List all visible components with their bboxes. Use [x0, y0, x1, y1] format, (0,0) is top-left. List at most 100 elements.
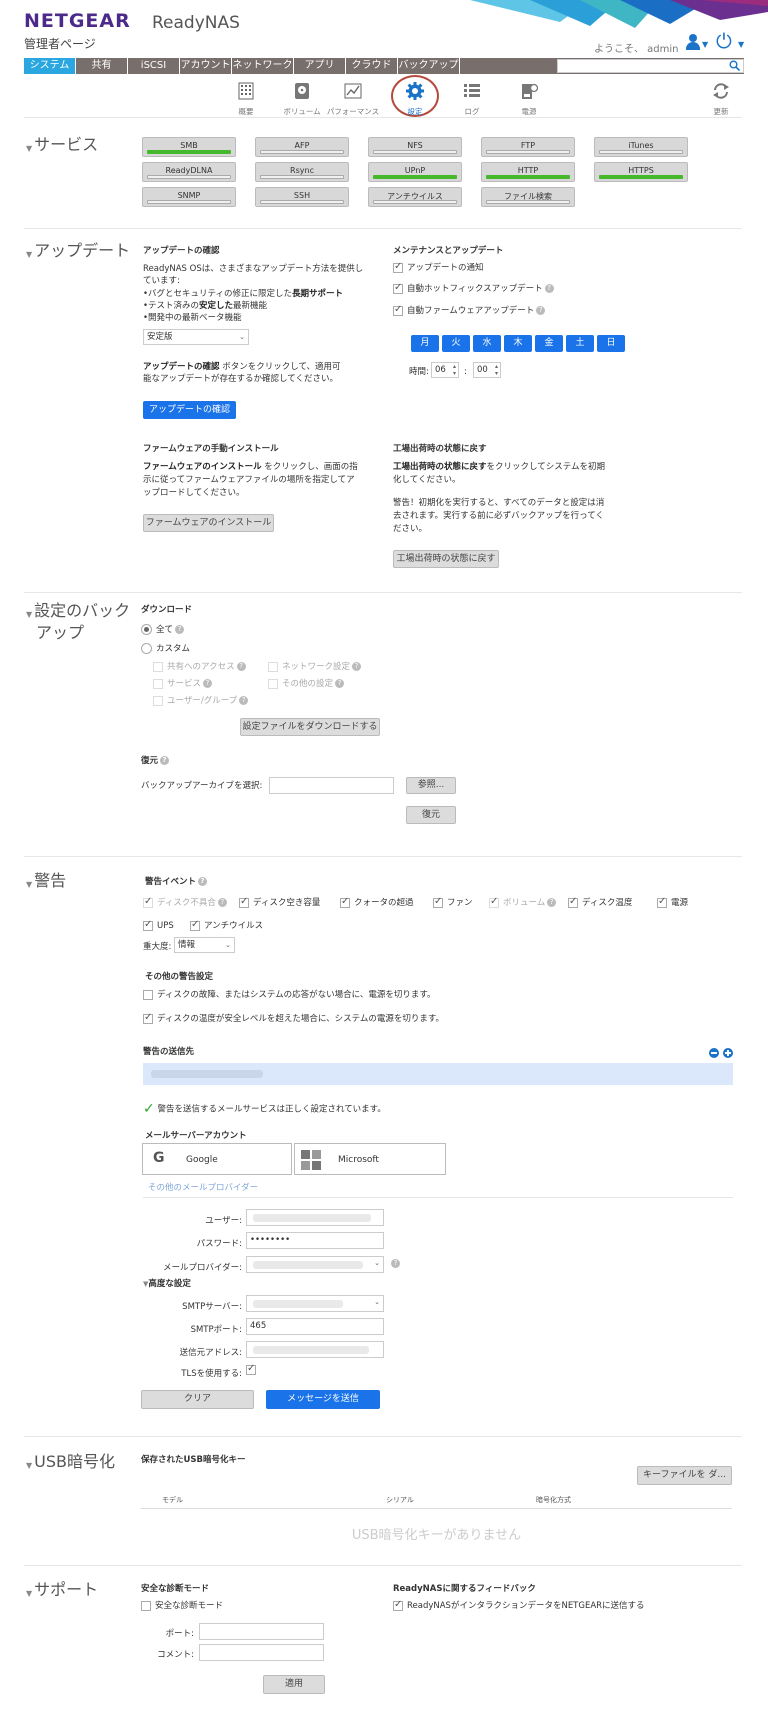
section-title-usb[interactable]: ▼ USB暗号化 [26, 1451, 115, 1473]
power-icon[interactable]: ⏻ [716, 31, 732, 51]
user-input[interactable] [246, 1209, 384, 1226]
opt-auto-hotfix[interactable]: 自動ホットフィックスアップデート? [393, 282, 554, 295]
section-title-alerts[interactable]: ▼ 警告 [26, 870, 66, 892]
opt-safe-mode[interactable]: 安全な診断モード [141, 1600, 223, 1612]
service-upnp[interactable]: UPnP [368, 162, 462, 182]
service-itunes[interactable]: iTunes [594, 137, 688, 157]
toolbar-refresh[interactable]: 更新 [697, 82, 745, 117]
service-snmp[interactable]: SNMP [142, 187, 236, 207]
section-title-services[interactable]: ▼ サービス [26, 134, 98, 156]
toolbar-logs[interactable]: ログ [442, 82, 502, 117]
alert-event-checkbox[interactable]: ディスク温度 [568, 896, 632, 909]
day-thu[interactable]: 木 [504, 335, 532, 352]
clear-button[interactable]: クリア [141, 1390, 254, 1409]
toolbar-performance[interactable]: パフォーマンス [323, 82, 383, 117]
radio-custom[interactable]: カスタム [141, 643, 190, 655]
toolbar-overview[interactable]: 概要 [216, 82, 276, 117]
alert-event-checkbox[interactable]: ボリューム? [489, 896, 557, 909]
service-[interactable]: アンチウイルス [368, 187, 462, 207]
day-sat[interactable]: 土 [566, 335, 594, 352]
alert-event-checkbox[interactable]: クォータの超過 [340, 896, 414, 909]
key-file-button[interactable]: キーファイルを ダ... [637, 1466, 732, 1485]
google-provider-button[interactable]: G Google [142, 1143, 292, 1175]
day-wed[interactable]: 水 [473, 335, 501, 352]
service-nfs[interactable]: NFS [368, 137, 462, 157]
search-input[interactable] [557, 59, 744, 73]
section-title-update[interactable]: ▼ アップデート [26, 240, 130, 262]
toolbar-settings[interactable]: 設定 [385, 82, 445, 117]
microsoft-provider-button[interactable]: Microsoft [294, 1143, 446, 1175]
tab-cloud[interactable]: クラウド [346, 58, 398, 74]
alert-event-checkbox[interactable]: ディスク不具合? [143, 896, 227, 909]
factory-reset-button[interactable]: 工場出荷時の状態に戻す [393, 550, 499, 568]
install-firmware-button[interactable]: ファームウェアのインストール [143, 514, 274, 532]
smtp-server-select[interactable]: ⌄ [246, 1295, 384, 1312]
search-icon[interactable] [729, 60, 740, 71]
radio-all[interactable]: 全て? [141, 624, 185, 636]
other-provider-link[interactable]: その他のメールプロバイダー [148, 1182, 258, 1194]
add-recipient-icon[interactable] [723, 1048, 733, 1058]
day-tue[interactable]: 火 [442, 335, 470, 352]
service-smb[interactable]: SMB [142, 137, 236, 157]
section-title-support[interactable]: ▼ サポート [26, 1579, 98, 1601]
smtp-port-input[interactable]: 465 [246, 1318, 384, 1335]
advanced-toggle[interactable]: ▼高度な設定 [143, 1278, 191, 1290]
service-ssh[interactable]: SSH [255, 187, 349, 207]
restore-button[interactable]: 復元 [406, 806, 456, 824]
apply-button[interactable]: 適用 [263, 1675, 325, 1694]
update-channel-select[interactable]: 安定版 ⌄ [143, 329, 249, 345]
alert-event-checkbox[interactable]: UPS [143, 919, 174, 932]
tab-shares[interactable]: 共有 [76, 58, 128, 74]
tab-iscsi[interactable]: iSCSI [128, 58, 180, 74]
alert-event-checkbox[interactable]: 電源 [657, 896, 688, 909]
opt-auto-firmware[interactable]: 自動ファームウェアアップデート? [393, 304, 546, 317]
opt-other-settings[interactable]: その他の設定? [268, 678, 345, 690]
opt-update-notify[interactable]: アップデートの通知 [393, 261, 484, 274]
tab-network[interactable]: ネットワーク [232, 58, 294, 74]
alert-event-checkbox[interactable]: ディスク空き容量 [239, 896, 320, 909]
recipient-row[interactable] [143, 1063, 733, 1085]
port-input[interactable] [199, 1623, 324, 1640]
opt-share-access[interactable]: 共有へのアクセス? [153, 661, 246, 673]
browse-button[interactable]: 参照... [406, 777, 456, 794]
day-fri[interactable]: 金 [535, 335, 563, 352]
chevron-down-icon[interactable]: ▼ [702, 40, 708, 49]
tab-apps[interactable]: アプリ [294, 58, 346, 74]
hour-stepper[interactable]: 06 ▴ ▾ [431, 362, 459, 378]
tab-accounts[interactable]: アカウント [180, 58, 232, 74]
service-readydlna[interactable]: ReadyDLNA [142, 162, 236, 182]
send-message-button[interactable]: メッセージを送信 [266, 1390, 380, 1409]
tab-system[interactable]: システム [24, 58, 76, 74]
minute-stepper[interactable]: 00 ▴ ▾ [473, 362, 501, 378]
check-update-button[interactable]: アップデートの確認 [143, 401, 236, 419]
service-ftp[interactable]: FTP [481, 137, 575, 157]
service-[interactable]: ファイル検索 [481, 187, 575, 207]
password-input[interactable]: •••••••• [246, 1232, 384, 1249]
service-rsync[interactable]: Rsync [255, 162, 349, 182]
archive-file-input[interactable] [269, 777, 394, 794]
severity-select[interactable]: 情報 ⌄ [174, 937, 235, 953]
section-title-backup[interactable]: ▼ 設定のバック [26, 600, 130, 622]
service-http[interactable]: HTTP [481, 162, 575, 182]
service-https[interactable]: HTTPS [594, 162, 688, 182]
day-sun[interactable]: 日 [597, 335, 625, 352]
user-icon[interactable] [686, 34, 700, 50]
opt-feedback[interactable]: ReadyNASがインタラクションデータをNETGEARに送信する [393, 1599, 645, 1612]
download-config-button[interactable]: 設定ファイルをダウンロードする [240, 718, 380, 736]
opt-users-groups[interactable]: ユーザー/グループ? [153, 695, 249, 707]
help-icon[interactable]: ? [391, 1259, 400, 1268]
toolbar-power[interactable]: 電源 [499, 82, 559, 117]
opt-services[interactable]: サービス? [153, 678, 213, 690]
from-address-input[interactable] [246, 1341, 384, 1358]
day-mon[interactable]: 月 [411, 335, 439, 352]
alert-event-checkbox[interactable]: アンチウイルス [190, 919, 263, 932]
opt-shutdown-temp[interactable]: ディスクの温度が安全レベルを超えた場合に、システムの電源を切ります。 [143, 1012, 444, 1025]
comment-input[interactable] [199, 1644, 324, 1661]
tls-checkbox[interactable] [246, 1363, 256, 1375]
chevron-down-icon[interactable]: ▼ [738, 40, 744, 49]
tab-backup[interactable]: バックアップ [398, 58, 460, 74]
provider-select[interactable]: ⌄ [246, 1256, 384, 1273]
service-afp[interactable]: AFP [255, 137, 349, 157]
alert-event-checkbox[interactable]: ファン [433, 896, 473, 909]
opt-shutdown-disk-fail[interactable]: ディスクの故障、またはシステムの応答がない場合に、電源を切ります。 [143, 989, 436, 1001]
